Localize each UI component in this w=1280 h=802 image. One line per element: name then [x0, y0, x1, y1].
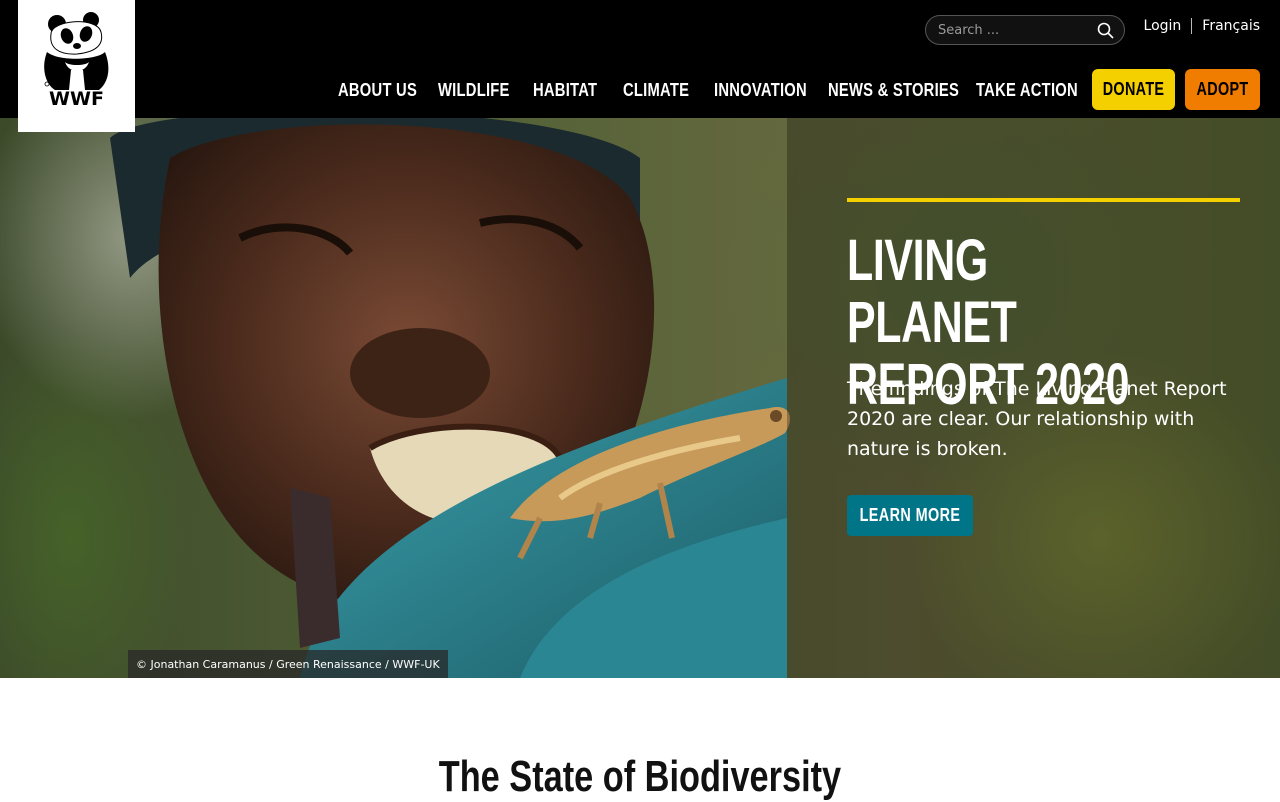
nav-item-climate[interactable]: CLIMATE — [623, 80, 689, 101]
section-title: The State of Biodiversity — [0, 752, 1280, 802]
nav-slot-news: NEWS & STORIES — [828, 76, 988, 104]
nav-item-habitat[interactable]: HABITAT — [533, 80, 597, 101]
section-title-text: The State of Biodiversity — [438, 752, 842, 801]
nav-slot-about: ABOUT US — [338, 76, 434, 104]
search-icon[interactable] — [1097, 22, 1114, 39]
language-link[interactable]: Français — [1202, 18, 1260, 34]
hero-banner: LIVING PLANET REPORT 2020 The findings o… — [0, 118, 1280, 678]
utility-links: Login Français — [1144, 18, 1260, 34]
donate-label: DONATE — [1102, 79, 1165, 99]
nav-item-about-us[interactable]: ABOUT US — [338, 80, 417, 101]
adopt-label: ADOPT — [1196, 79, 1249, 99]
login-link[interactable]: Login — [1144, 18, 1182, 34]
nav-slot-climate: CLIMATE — [623, 76, 704, 104]
nav-slot-innovation: INNOVATION — [714, 76, 827, 104]
divider — [1191, 18, 1193, 34]
nav-slot-wildlife: WILDLIFE — [438, 76, 525, 104]
adopt-button[interactable]: ADOPT — [1185, 69, 1260, 110]
photo-credit: © Jonathan Caramanus / Green Renaissance… — [128, 650, 448, 678]
nav-slot-take-action: TAKE ACTION — [976, 76, 1100, 104]
donate-button[interactable]: DONATE — [1092, 69, 1175, 110]
nav-item-innovation[interactable]: INNOVATION — [714, 80, 807, 101]
nav-slot-habitat: HABITAT — [533, 76, 611, 104]
search-input[interactable] — [936, 21, 1086, 39]
learn-more-label: LEARN MORE — [859, 505, 961, 525]
hero-description: The findings of The Living Planet Report… — [847, 378, 1227, 460]
learn-more-button[interactable]: LEARN MORE — [847, 495, 973, 536]
accent-rule — [847, 198, 1240, 202]
logo-text: WWF — [49, 88, 104, 110]
nav-item-take-action[interactable]: TAKE ACTION — [976, 80, 1078, 101]
site-header: WWF Login Français ABOUT US WILDLIFE HAB… — [0, 0, 1280, 132]
wwf-logo[interactable]: WWF — [18, 0, 135, 132]
nav-item-news-stories[interactable]: NEWS & STORIES — [828, 80, 959, 101]
nav-item-wildlife[interactable]: WILDLIFE — [438, 80, 510, 101]
panda-logo-icon — [43, 12, 108, 90]
search-box[interactable] — [925, 15, 1125, 45]
